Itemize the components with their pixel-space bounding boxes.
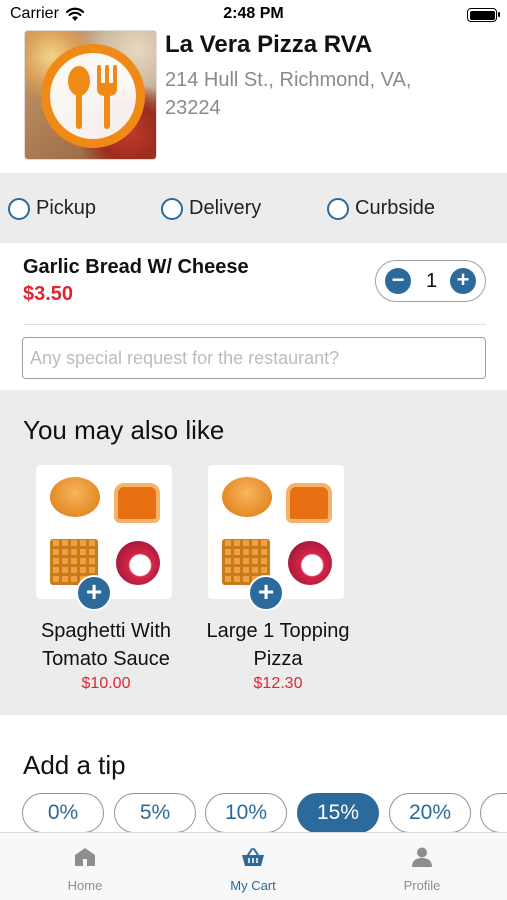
restaurant-address: 214 Hull St., Richmond, VA, 23224 — [165, 69, 412, 119]
add-item-button[interactable]: + — [248, 575, 284, 611]
suggestion-name: Spaghetti With Tomato Sauce — [40, 620, 172, 670]
tip-title: Add a tip — [23, 750, 126, 780]
tab-bar: Home My Cart Profile — [0, 832, 507, 900]
radio-icon — [161, 197, 183, 220]
tip-option-20[interactable]: 20% — [389, 793, 471, 833]
pickup-label: Pickup — [36, 197, 97, 219]
curbside-label: Curbside — [355, 197, 436, 219]
quantity-stepper: − 1 + — [375, 260, 486, 302]
order-type-selector: Pickup Delivery Curbside — [0, 173, 507, 243]
status-time: 2:48 PM — [223, 5, 284, 22]
tab-my-cart-label: My Cart — [230, 878, 276, 893]
radio-icon — [8, 197, 30, 220]
radio-icon — [327, 197, 349, 220]
tab-home[interactable]: Home — [25, 847, 145, 893]
cart-item-price: $3.50 — [23, 283, 74, 305]
tip-options: 0% 5% 10% 15% 20% — [0, 793, 507, 835]
utensils-icon — [41, 44, 145, 148]
divider — [23, 324, 486, 325]
restaurant-name: La Vera Pizza RVA — [165, 31, 373, 58]
tab-profile-label: Profile — [403, 878, 441, 893]
suggestions-section: You may also like + Spaghetti With Tomat… — [0, 390, 507, 715]
add-item-button[interactable]: + — [76, 575, 112, 611]
battery-icon — [467, 8, 500, 22]
tip-option-15[interactable]: 15% — [297, 793, 379, 833]
suggestion-name: Large 1 Topping Pizza — [206, 620, 350, 670]
increase-quantity-button[interactable]: + — [450, 268, 476, 294]
tip-option-more[interactable] — [480, 793, 507, 833]
restaurant-logo — [24, 30, 157, 160]
tip-option-10[interactable]: 10% — [205, 793, 287, 833]
suggestion-price: $12.30 — [253, 675, 303, 692]
home-icon — [75, 848, 95, 866]
delivery-label: Delivery — [189, 197, 262, 219]
basket-icon — [242, 848, 264, 866]
pickup-option[interactable]: Pickup — [8, 197, 96, 220]
tab-my-cart[interactable]: My Cart — [193, 847, 313, 893]
suggestions-title: You may also like — [23, 415, 225, 445]
status-bar: Carrier 2:48 PM — [0, 0, 507, 30]
curbside-option[interactable]: Curbside — [327, 197, 435, 220]
tip-option-5[interactable]: 5% — [114, 793, 196, 833]
tab-home-label: Home — [67, 878, 103, 893]
suggestion-price: $10.00 — [81, 675, 131, 692]
delivery-option[interactable]: Delivery — [161, 197, 261, 220]
tip-option-0[interactable]: 0% — [22, 793, 104, 833]
person-icon — [412, 847, 432, 867]
cart-item-name: Garlic Bread W/ Cheese — [23, 256, 249, 278]
tab-profile[interactable]: Profile — [362, 847, 482, 893]
special-request-input[interactable] — [22, 337, 486, 379]
